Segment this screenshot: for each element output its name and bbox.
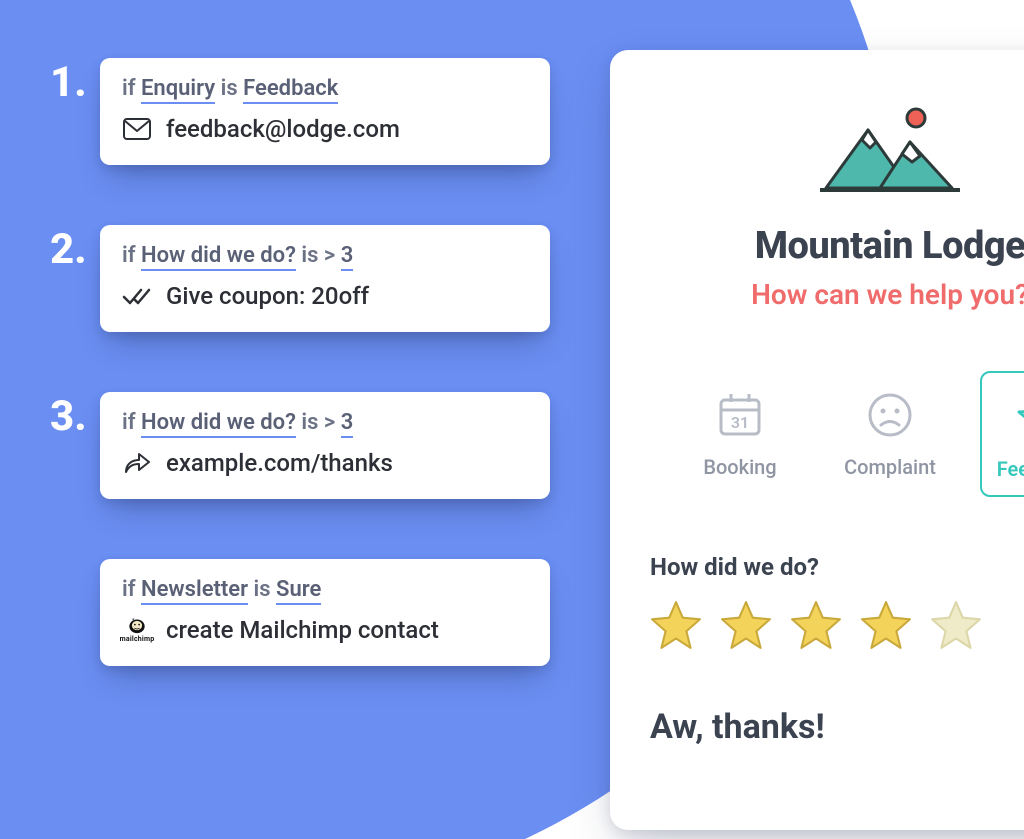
cond-value[interactable]: 3 (341, 410, 354, 438)
category-label: Complaint (844, 455, 936, 479)
star-4[interactable] (860, 599, 912, 651)
rating-question-label: How did we do? (650, 553, 1024, 581)
mailchimp-icon: mailchimp (122, 617, 152, 643)
rule-number: 1. (50, 58, 100, 104)
category-label: Feedback (997, 457, 1024, 481)
rule-card[interactable]: if How did we do? is > 3 example.com/tha… (100, 392, 550, 499)
cond-prefix: if (122, 577, 141, 602)
category-complaint[interactable]: Complaint (830, 371, 950, 497)
rule-condition: if How did we do? is > 3 (122, 410, 528, 435)
svg-text:31: 31 (731, 413, 749, 432)
check-double-icon (122, 283, 152, 309)
star-3[interactable] (790, 599, 842, 651)
action-text: example.com/thanks (166, 449, 393, 477)
cond-operator: is > (296, 243, 341, 268)
cond-value[interactable]: Sure (276, 577, 321, 605)
star-5[interactable] (930, 599, 982, 651)
cond-operator: is (248, 577, 276, 602)
rule-action: example.com/thanks (122, 449, 528, 477)
cond-field[interactable]: How did we do? (141, 410, 296, 438)
brand-logo (650, 100, 1024, 200)
action-text: feedback@lodge.com (166, 115, 400, 143)
action-text: Give coupon: 20off (166, 282, 369, 310)
rule-action: mailchimp create Mailchimp contact (122, 616, 528, 644)
category-booking[interactable]: 31 Booking (680, 371, 800, 497)
star-1[interactable] (650, 599, 702, 651)
category-row: 31 Booking Complaint Feedback (650, 371, 1024, 497)
cond-prefix: if (122, 243, 141, 268)
cond-prefix: if (122, 410, 141, 435)
rule-number: 2. (50, 225, 100, 271)
mail-icon (122, 116, 152, 142)
form-preview-panel: Mountain Lodge How can we help you? 31 B… (610, 50, 1024, 830)
rule-condition: if Newsletter is Sure (122, 577, 528, 602)
category-label: Booking (703, 455, 776, 479)
mailchimp-label: mailchimp (120, 635, 155, 643)
rule-card[interactable]: if Enquiry is Feedback feedback@lodge.co… (100, 58, 550, 165)
star-outline-icon (1012, 389, 1024, 445)
category-feedback[interactable]: Feedback (980, 371, 1024, 497)
cond-field[interactable]: How did we do? (141, 243, 296, 271)
star-2[interactable] (720, 599, 772, 651)
cond-prefix: if (122, 76, 141, 101)
rules-list: 1. if Enquiry is Feedback feedback@lodge… (50, 58, 550, 726)
brand-title: Mountain Lodge (650, 224, 1024, 268)
sad-face-icon (862, 387, 918, 443)
rule-card[interactable]: if Newsletter is Sure mailchimp create M… (100, 559, 550, 666)
rule-item: if Newsletter is Sure mailchimp create M… (50, 559, 550, 666)
action-text: create Mailchimp contact (166, 616, 439, 644)
brand-subtitle: How can we help you? (650, 278, 1024, 311)
rule-item: 3. if How did we do? is > 3 example.com/… (50, 392, 550, 499)
rule-item: 2. if How did we do? is > 3 Give coupon:… (50, 225, 550, 332)
cond-value[interactable]: Feedback (243, 76, 338, 104)
star-rating[interactable] (650, 599, 1024, 651)
cond-field[interactable]: Newsletter (141, 577, 248, 605)
rule-number: 3. (50, 392, 100, 438)
cond-field[interactable]: Enquiry (141, 76, 215, 104)
rule-condition: if How did we do? is > 3 (122, 243, 528, 268)
calendar-icon: 31 (712, 387, 768, 443)
cond-value[interactable]: 3 (341, 243, 354, 271)
rule-card[interactable]: if How did we do? is > 3 Give coupon: 20… (100, 225, 550, 332)
thanks-heading: Aw, thanks! (650, 707, 1024, 747)
rule-item: 1. if Enquiry is Feedback feedback@lodge… (50, 58, 550, 165)
rule-condition: if Enquiry is Feedback (122, 76, 528, 101)
cond-operator: is (215, 76, 243, 101)
rule-action: feedback@lodge.com (122, 115, 528, 143)
cond-operator: is > (296, 410, 341, 435)
share-icon (122, 450, 152, 476)
rule-action: Give coupon: 20off (122, 282, 528, 310)
